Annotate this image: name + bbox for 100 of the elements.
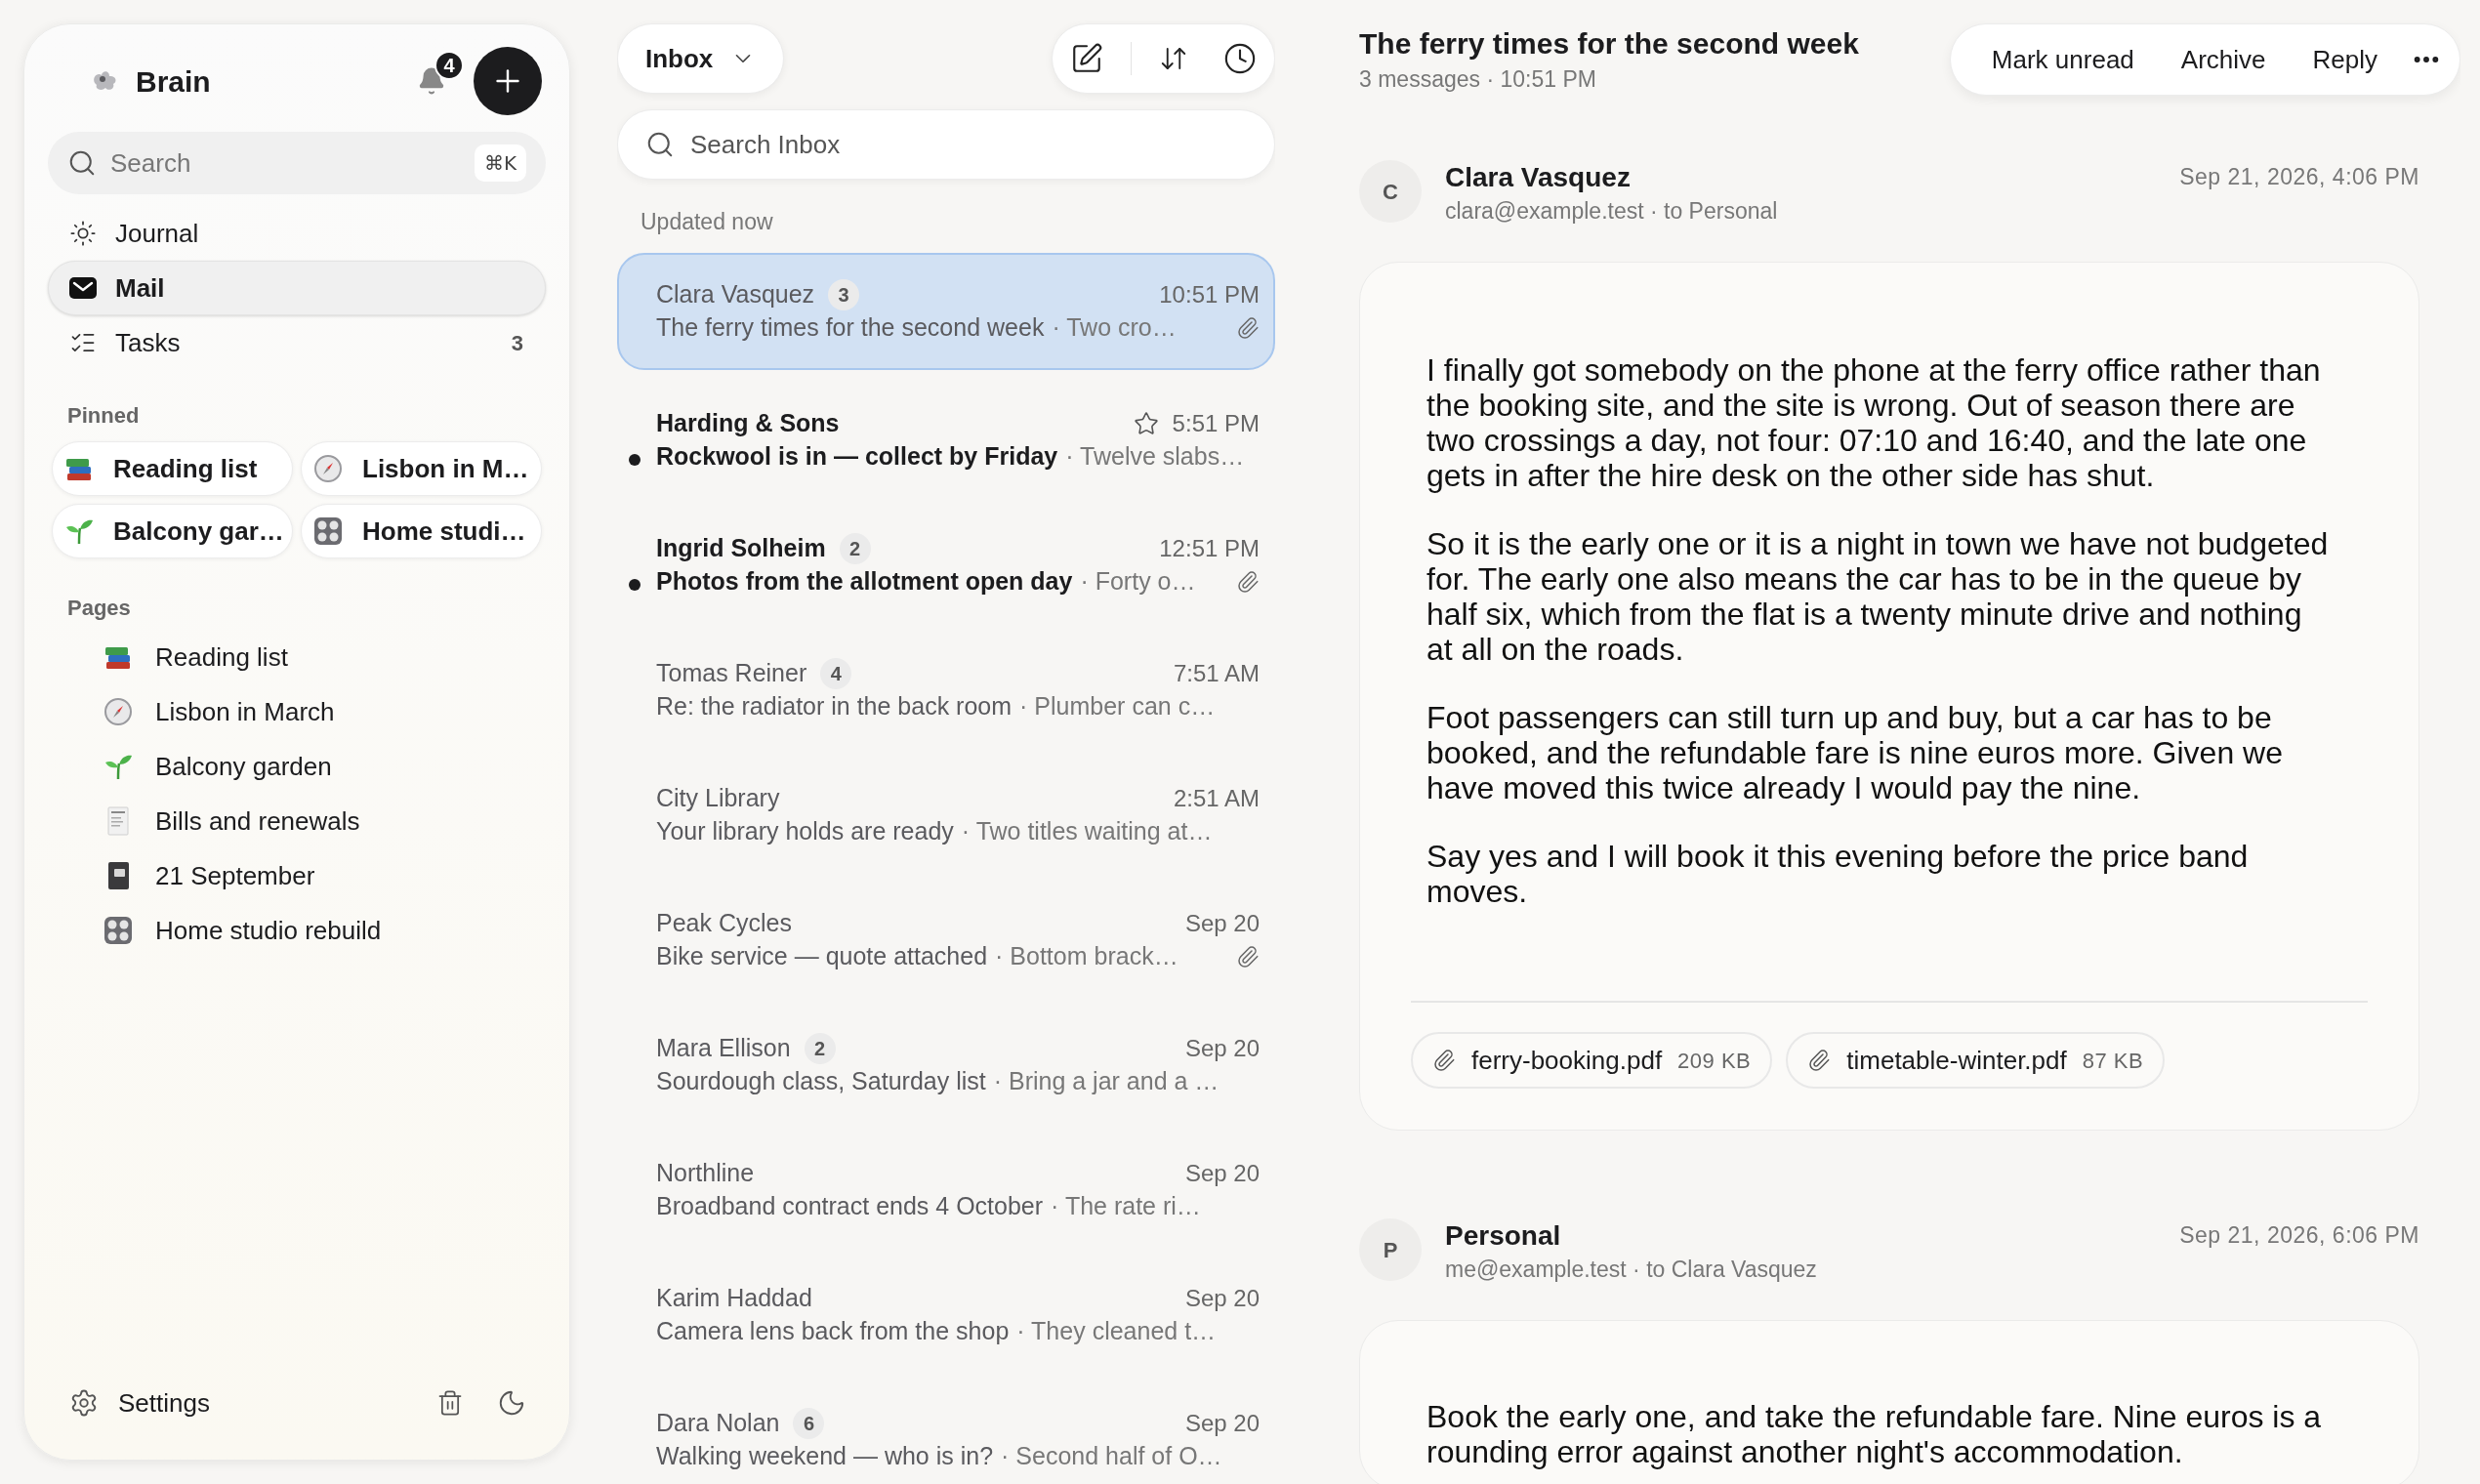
message-row[interactable]: Clara Vasquez 3 10:51 PM The ferry times for the second week · Two cro… [617, 252, 1275, 370]
pinned-chip[interactable]: Home studi… [301, 504, 542, 558]
search-field[interactable]: Search Inbox [617, 109, 1275, 180]
search-field[interactable]: Search ⌘K [48, 132, 546, 194]
sync-status: Updated now [641, 208, 774, 236]
nav-item[interactable]: Journal [48, 206, 546, 261]
sender-name: Harding & Sons [656, 407, 840, 438]
message-row[interactable]: Mara Ellison 2 Sep 20 Sourdough class, Saturday list · Bring a jar and a … [617, 1002, 1275, 1128]
paperclip-icon [1807, 1049, 1832, 1072]
mailbox-dropdown[interactable]: Inbox [617, 23, 785, 94]
message-date: Sep 21, 2026, 6:06 PM [2179, 1221, 2419, 1250]
nav-item[interactable]: Mail [48, 261, 546, 315]
avatar: C [1359, 160, 1422, 223]
search-input[interactable]: Search [110, 144, 461, 183]
message-preview: · The rate ri… [1051, 1190, 1201, 1221]
message-time: Sep 20 [1184, 1158, 1260, 1188]
message-preview: · Second half of O… [1001, 1440, 1222, 1471]
file-size: 209 KB [1677, 1047, 1752, 1075]
page-item[interactable]: Balcony garden [48, 739, 546, 794]
message-row[interactable]: Northline Sep 20 Broadband contract ends 4 October · The rate ri… [617, 1127, 1275, 1253]
sender-name: Tomas Reiner [656, 657, 807, 688]
page-item[interactable]: Reading list [48, 630, 546, 684]
control-knobs-icon [313, 516, 343, 546]
moon-icon[interactable] [497, 1388, 526, 1418]
sender-name: Clara Vasquez [656, 278, 815, 309]
page-item[interactable]: Home studio rebuild [48, 903, 546, 958]
avatar: P [1359, 1218, 1422, 1281]
search-icon [645, 130, 675, 159]
count-label: 3 [511, 329, 523, 357]
file-name: timetable-winter.pdf [1846, 1044, 2067, 1077]
nav-item[interactable]: Tasks 3 [48, 315, 546, 370]
sender-name: Personal [1445, 1219, 1562, 1253]
message-row[interactable]: Dara Nolan 6 Sep 20 Walking weekend — who is in? · Second half of O… [617, 1377, 1275, 1484]
sender-name: City Library [656, 782, 780, 813]
settings-icon [69, 1388, 99, 1418]
message-date: Sep 21, 2026, 4:06 PM [2179, 163, 2419, 191]
section-heading: Pinned [66, 402, 141, 430]
message-preview: · Two cro… [1052, 311, 1177, 343]
pinned-chip[interactable]: Lisbon in M… [301, 441, 542, 496]
trash-icon[interactable] [436, 1389, 464, 1417]
sender-name: Ingrid Solheim [656, 532, 826, 563]
action-button[interactable]: Archive [2167, 40, 2280, 79]
message-time: 7:51 AM [1173, 658, 1260, 688]
notification-badge: 4 [434, 51, 464, 80]
message-row[interactable]: Tomas Reiner 4 7:51 AM Re: the radiator in the back room · Plumber can c… [617, 627, 1275, 753]
message-row[interactable]: City Library 2:51 AM Your library holds are ready · Two titles waiting at… [617, 752, 1275, 878]
control-knobs-icon [103, 916, 133, 945]
thread-count: 2 [839, 532, 871, 564]
message-time: 12:51 PM [1159, 533, 1260, 563]
message-preview: · Bottom brack… [995, 940, 1178, 971]
message-time: 5:51 PM [1172, 408, 1260, 438]
attachment-chip[interactable]: timetable-winter.pdf 87 KB [1786, 1032, 2166, 1089]
thread-meta: 3 messages · 10:51 PM [1359, 65, 1597, 94]
message-preview: · Two titles waiting at… [961, 815, 1213, 846]
clock-icon[interactable] [1223, 42, 1257, 75]
message-preview: · Plumber can c… [1019, 690, 1216, 721]
message-subject: Your library holds are ready [656, 815, 954, 846]
file-size: 87 KB [2082, 1047, 2144, 1075]
pinned-chip[interactable]: Reading list [52, 441, 293, 496]
message-subject: Re: the radiator in the back room [656, 690, 1013, 721]
message-time: Sep 20 [1184, 908, 1260, 938]
message-subject: Rockwool is in — collect by Friday [656, 440, 1058, 472]
search-input[interactable]: Search Inbox [690, 125, 1247, 164]
message-preview: · Twelve slabs… [1065, 440, 1245, 472]
message-time: 10:51 PM [1159, 279, 1260, 309]
section-heading: Pages [66, 595, 132, 622]
action-button[interactable]: Mark unread [1977, 40, 2148, 79]
sender-address: clara@example.test · to Personal [1445, 197, 1778, 226]
message-time: Sep 20 [1184, 1283, 1260, 1313]
sender-name: Northline [656, 1157, 755, 1188]
message-time: Sep 20 [1184, 1408, 1260, 1438]
page-item[interactable]: Lisbon in March [48, 684, 546, 739]
message-subject: Broadband contract ends 4 October [656, 1190, 1044, 1221]
sender-name: Dara Nolan [656, 1407, 780, 1438]
message-row[interactable]: Karim Haddad Sep 20 Camera lens back from the shop · They cleaned t… [617, 1252, 1275, 1378]
file-name: ferry-booking.pdf [1471, 1044, 1663, 1077]
thread-count: 6 [793, 1407, 825, 1439]
message-subject: Sourdough class, Saturday list [656, 1065, 986, 1096]
app-name: Brain [136, 63, 211, 100]
message-subject: Photos from the allotment open day [656, 565, 1073, 597]
message-row[interactable]: Harding & Sons 5:51 PM Rockwool is in — collect by Friday · Twelve slabs… [617, 377, 1275, 503]
compass-icon [103, 697, 133, 726]
page-item[interactable]: 21 September [48, 848, 546, 903]
action-button[interactable]: Reply [2298, 40, 2391, 79]
page-item[interactable]: Bills and renewals [48, 794, 546, 848]
star-icon[interactable] [1133, 410, 1159, 436]
message-row[interactable]: Ingrid Solheim 2 12:51 PM Photos from the allotment open day · Forty o… [617, 502, 1275, 628]
pinned-chip[interactable]: Balcony gar… [52, 504, 293, 558]
settings-button[interactable]: Settings [69, 1383, 210, 1422]
compose-icon[interactable] [1070, 42, 1103, 75]
message-subject: The ferry times for the second week [656, 311, 1045, 343]
message-subject: Walking weekend — who is in? [656, 1440, 994, 1471]
message-row[interactable]: Peak Cycles Sep 20 Bike service — quote attached · Bottom brack… [617, 877, 1275, 1003]
sender-address: me@example.test · to Clara Vasquez [1445, 1256, 1817, 1284]
attachment-chip[interactable]: ferry-booking.pdf 209 KB [1411, 1032, 1773, 1089]
message-paragraph: I finally got somebody on the phone at the ferry office rather than the booking site, and the site is wrong. Out of season there are two crossings a day, not four: 07:10 and 16:40, and the late one gets in after the hire desk on the other side has shut. [1426, 352, 2322, 493]
thread-count: 3 [828, 278, 860, 310]
paperclip-icon [1432, 1049, 1456, 1072]
notebook-icon [105, 861, 131, 890]
sender-name: Karim Haddad [656, 1282, 812, 1313]
